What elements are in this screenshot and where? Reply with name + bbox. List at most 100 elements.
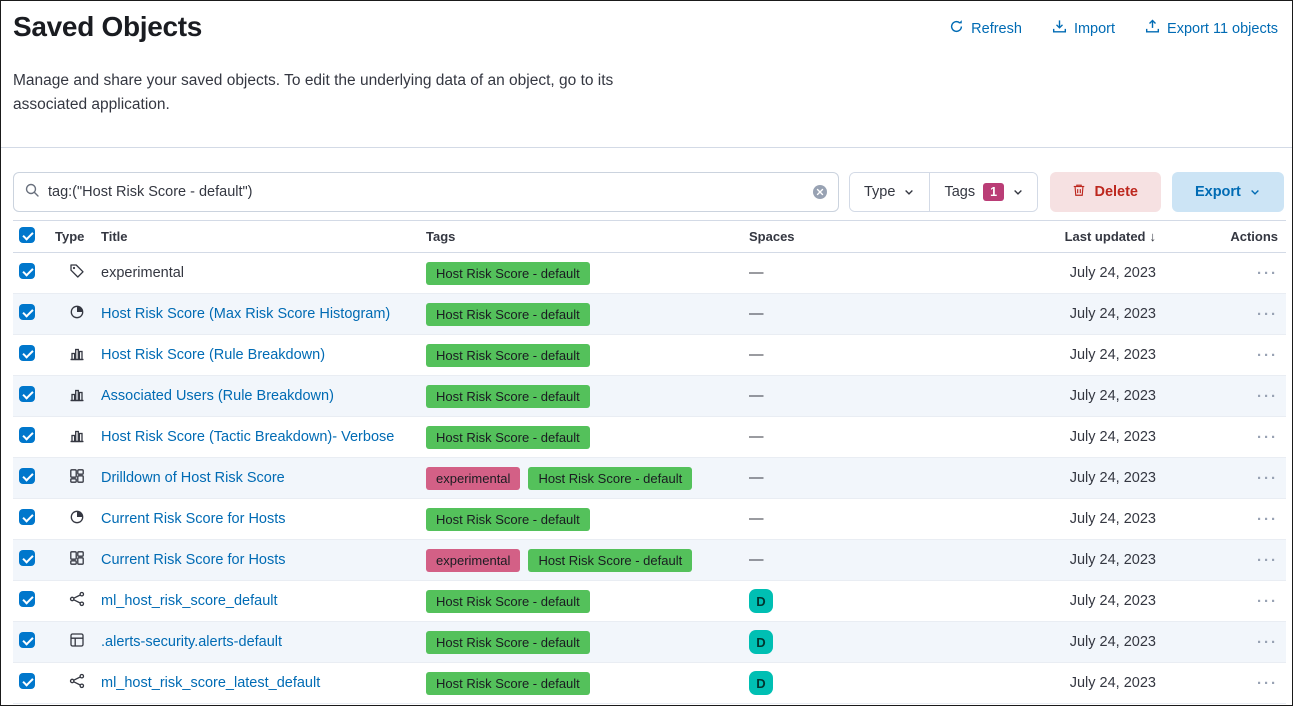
row-checkbox[interactable] — [19, 632, 35, 648]
tags-filter-label: Tags — [944, 184, 975, 200]
col-title[interactable]: Title — [101, 229, 128, 244]
col-last-updated[interactable]: Last updated ↓ — [1065, 229, 1156, 244]
row-title-link[interactable]: Associated Users (Rule Breakdown) — [101, 388, 334, 404]
row-title: experimental — [101, 265, 184, 281]
dashboard-icon — [69, 468, 85, 484]
row-title-link[interactable]: ml_host_risk_score_latest_default — [101, 675, 320, 691]
table-header-row: Type Title Tags Spaces Last updated ↓ Ac… — [13, 221, 1286, 253]
row-title-link[interactable]: Current Risk Score for Hosts — [101, 552, 286, 568]
table-row: Current Risk Score for Hosts Host Risk Sc… — [13, 499, 1286, 540]
table-row: Associated Users (Rule Breakdown) Host Ri… — [13, 376, 1286, 417]
table-row: .alerts-security.alerts-default Host Risk… — [13, 622, 1286, 663]
tags-filter-button[interactable]: Tags 1 — [929, 173, 1037, 211]
tag-badge[interactable]: Host Risk Score - default — [426, 385, 590, 408]
space-badge-default: D — [749, 630, 773, 654]
row-actions-button[interactable]: ··· — [1257, 511, 1278, 528]
table-row: ml_host_risk_score_latest_default Host Ri… — [13, 663, 1286, 704]
row-actions-button[interactable]: ··· — [1257, 675, 1278, 692]
col-tags: Tags — [426, 229, 455, 244]
tag-badge[interactable]: Host Risk Score - default — [426, 672, 590, 695]
row-checkbox[interactable] — [19, 673, 35, 689]
row-title-link[interactable]: ml_host_risk_score_default — [101, 593, 278, 609]
dashboard-icon — [69, 550, 85, 566]
chevron-down-icon — [1012, 186, 1024, 198]
row-checkbox[interactable] — [19, 386, 35, 402]
tag-badge[interactable]: Host Risk Score - default — [426, 262, 590, 285]
row-title-link[interactable]: Host Risk Score (Tactic Breakdown)- Verb… — [101, 429, 394, 445]
row-title-link[interactable]: Host Risk Score (Max Risk Score Histogra… — [101, 306, 390, 322]
row-actions-button[interactable]: ··· — [1257, 347, 1278, 364]
export-all-button[interactable]: Export 11 objects — [1145, 19, 1278, 38]
delete-button[interactable]: Delete — [1050, 172, 1161, 212]
tag-badge[interactable]: Host Risk Score - default — [426, 631, 590, 654]
refresh-label: Refresh — [971, 21, 1022, 37]
row-checkbox[interactable] — [19, 468, 35, 484]
tag-badge[interactable]: Host Risk Score - default — [426, 590, 590, 613]
row-actions-button[interactable]: ··· — [1257, 429, 1278, 446]
row-title-link[interactable]: Current Risk Score for Hosts — [101, 511, 286, 527]
type-filter-button[interactable]: Type — [850, 173, 929, 211]
refresh-icon — [949, 19, 964, 38]
tag-badge[interactable]: Host Risk Score - default — [426, 344, 590, 367]
toolbar: Type Tags 1 Delete Export — [13, 172, 1284, 212]
col-actions: Actions — [1230, 229, 1278, 244]
last-updated: July 24, 2023 — [1070, 675, 1156, 691]
bar-chart-icon — [69, 427, 85, 443]
page-subtitle: Manage and share your saved objects. To … — [13, 69, 673, 117]
tag-badge[interactable]: Host Risk Score - default — [426, 508, 590, 531]
row-checkbox[interactable] — [19, 304, 35, 320]
row-checkbox[interactable] — [19, 550, 35, 566]
row-checkbox[interactable] — [19, 263, 35, 279]
row-actions-button[interactable]: ··· — [1257, 470, 1278, 487]
row-actions-button[interactable]: ··· — [1257, 265, 1278, 282]
last-updated: July 24, 2023 — [1070, 511, 1156, 527]
table-row: Host Risk Score (Rule Breakdown) Host Ris… — [13, 335, 1286, 376]
row-actions-button[interactable]: ··· — [1257, 306, 1278, 323]
row-title-link[interactable]: Drilldown of Host Risk Score — [101, 470, 285, 486]
tag-badge[interactable]: Host Risk Score - default — [426, 426, 590, 449]
tag-badge[interactable]: Host Risk Score - default — [528, 467, 692, 490]
filter-group: Type Tags 1 — [849, 172, 1038, 212]
export-button[interactable]: Export — [1172, 172, 1284, 212]
table-row: Host Risk Score (Tactic Breakdown)- Verb… — [13, 417, 1286, 458]
row-title-link[interactable]: .alerts-security.alerts-default — [101, 634, 282, 650]
export-label: Export — [1195, 184, 1241, 200]
row-checkbox[interactable] — [19, 345, 35, 361]
clear-search-icon[interactable] — [812, 184, 828, 200]
ml-icon — [69, 673, 85, 689]
chevron-down-icon — [1249, 186, 1261, 198]
lens-icon — [69, 509, 85, 525]
row-checkbox[interactable] — [19, 427, 35, 443]
saved-objects-page: Saved Objects Refresh Import Export 11 o… — [0, 0, 1293, 706]
tag-badge[interactable]: experimental — [426, 549, 520, 572]
spaces-none: — — [749, 388, 764, 404]
last-updated: July 24, 2023 — [1070, 429, 1156, 445]
spaces-none: — — [749, 429, 764, 445]
tag-badge[interactable]: Host Risk Score - default — [426, 303, 590, 326]
row-checkbox[interactable] — [19, 509, 35, 525]
tag-badge[interactable]: Host Risk Score - default — [528, 549, 692, 572]
search-input[interactable] — [48, 184, 804, 200]
table-row: ml_host_risk_score_default Host Risk Scor… — [13, 581, 1286, 622]
type-filter-label: Type — [864, 184, 895, 200]
row-actions-button[interactable]: ··· — [1257, 634, 1278, 651]
select-all-checkbox[interactable] — [19, 227, 35, 243]
export-all-label: Export 11 objects — [1167, 21, 1278, 37]
last-updated: July 24, 2023 — [1070, 388, 1156, 404]
col-type: Type — [55, 229, 84, 244]
refresh-button[interactable]: Refresh — [949, 19, 1022, 38]
row-actions-button[interactable]: ··· — [1257, 388, 1278, 405]
spaces-none: — — [749, 552, 764, 568]
header-actions: Refresh Import Export 11 objects — [949, 19, 1278, 38]
table-row: experimentalHost Risk Score - default—Ju… — [13, 253, 1286, 294]
row-checkbox[interactable] — [19, 591, 35, 607]
tag-badge[interactable]: experimental — [426, 467, 520, 490]
row-actions-button[interactable]: ··· — [1257, 593, 1278, 610]
row-title-link[interactable]: Host Risk Score (Rule Breakdown) — [101, 347, 325, 363]
spaces-none: — — [749, 306, 764, 322]
import-button[interactable]: Import — [1052, 19, 1115, 38]
row-actions-button[interactable]: ··· — [1257, 552, 1278, 569]
chevron-down-icon — [903, 186, 915, 198]
table-row: Host Risk Score (Max Risk Score Histogra… — [13, 294, 1286, 335]
last-updated: July 24, 2023 — [1070, 552, 1156, 568]
